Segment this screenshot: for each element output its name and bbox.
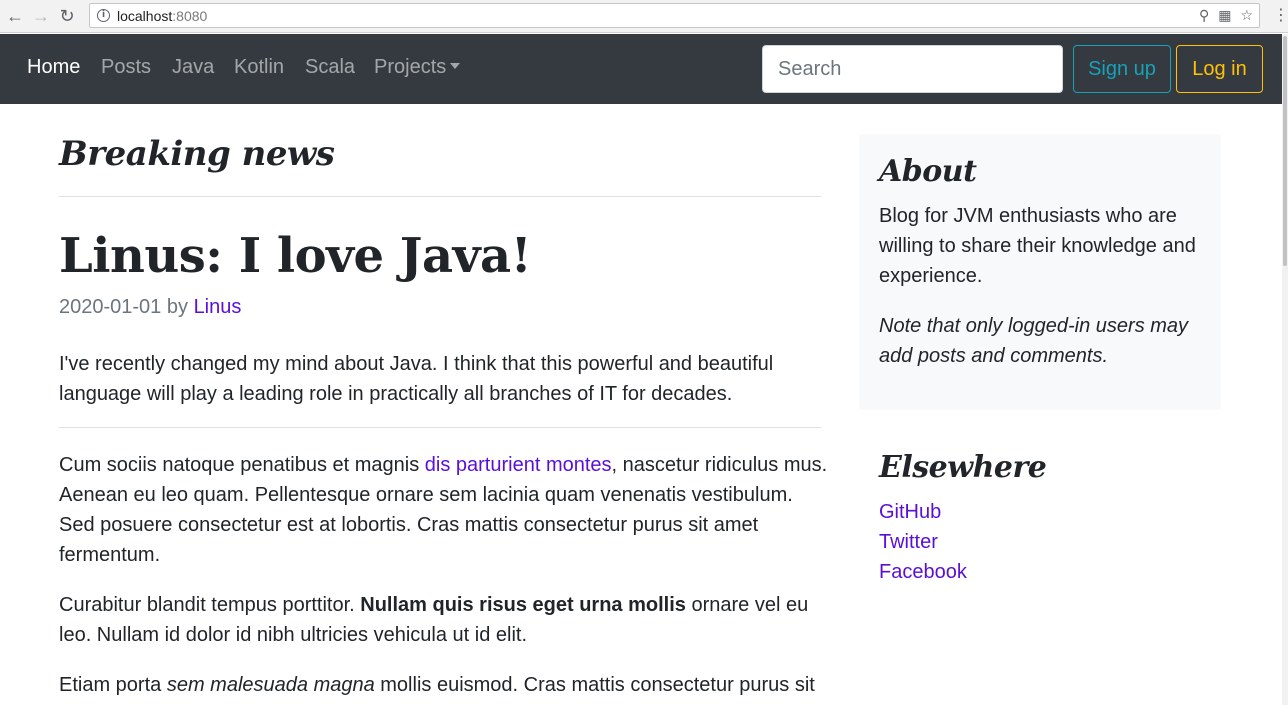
forward-button[interactable]: → [30,5,52,27]
navbar: Home Posts Java Kotlin Scala Projects Si… [0,34,1282,104]
page-scrollbar[interactable] [1282,34,1288,705]
url-port: :8080 [172,7,208,24]
post-paragraph-1: Cum sociis natoque penatibus et magnis d… [59,450,829,570]
info-icon[interactable]: i [97,9,110,22]
nav-kotlin[interactable]: Kotlin [234,56,284,79]
search-input[interactable] [762,45,1063,93]
divider [59,427,821,428]
section-heading: Breaking news [59,134,335,174]
arrow-right-icon: → [32,5,50,26]
signup-button[interactable]: Sign up [1073,45,1171,93]
p1-text: Cum sociis natoque penatibus et magnis [59,454,425,476]
address-bar[interactable]: i localhost:8080 ⚲ ▦ ☆ [89,3,1260,28]
menu-icon[interactable]: ⋮ [1273,4,1288,28]
back-button[interactable]: ← [4,5,26,27]
facebook-link[interactable]: Facebook [879,561,967,583]
list-item: Facebook [879,557,967,587]
nav-scala[interactable]: Scala [305,56,355,79]
nav-home[interactable]: Home [27,56,80,79]
p3-italic: sem malesuada magna [166,674,375,696]
about-note: Note that only logged-in users may add p… [879,315,1189,367]
list-item: Twitter [879,527,967,557]
elsewhere-list: GitHub Twitter Facebook [879,497,967,587]
scrollbar-thumb[interactable] [1283,36,1287,266]
post-lead: I've recently changed my mind about Java… [59,353,774,405]
zoom-icon[interactable]: ⚲ [1199,7,1209,24]
post-by: by [166,296,188,318]
star-icon[interactable]: ☆ [1240,7,1253,24]
nav-posts[interactable]: Posts [101,56,151,79]
url-host: localhost [117,7,173,24]
p1-link[interactable]: dis parturient montes [425,454,612,476]
elsewhere-heading: Elsewhere [879,450,1047,485]
about-panel: About Blog for JVM enthusiasts who are w… [859,134,1221,410]
nav-projects-label: Projects [374,56,447,78]
arrow-left-icon: ← [6,5,24,26]
p3-text: Etiam porta [59,674,167,696]
reload-button[interactable]: ↻ [56,5,78,27]
translate-icon[interactable]: ▦ [1218,7,1231,24]
browser-toolbar: ← → ↻ i localhost:8080 ⚲ ▦ ☆ ⋮ [0,0,1288,33]
p3-text-after: mollis euismod. Cras mattis consectetur … [374,674,815,696]
github-link[interactable]: GitHub [879,501,941,523]
post-meta: 2020-01-01 by Linus [59,296,241,319]
caret-down-icon [450,63,461,70]
post-title: Linus: I love Java! [59,228,532,284]
p2-text: Curabitur blandit tempus porttitor. [59,594,361,616]
about-text: Blog for JVM enthusiasts who are willing… [879,205,1196,287]
post-paragraph-2: Curabitur blandit tempus porttitor. Null… [59,590,829,650]
post-date: 2020-01-01 [59,296,162,318]
about-heading: About [879,154,977,189]
nav-projects-dropdown[interactable]: Projects [374,56,461,79]
reload-icon: ↻ [59,5,75,26]
twitter-link[interactable]: Twitter [879,531,938,553]
login-button[interactable]: Log in [1176,45,1263,93]
list-item: GitHub [879,497,967,527]
p2-bold: Nullam quis risus eget urna mollis [360,594,686,616]
post-paragraph-3: Etiam porta sem malesuada magna mollis e… [59,670,829,700]
nav-java[interactable]: Java [172,56,214,79]
post-author-link[interactable]: Linus [194,296,242,318]
divider [59,196,821,197]
